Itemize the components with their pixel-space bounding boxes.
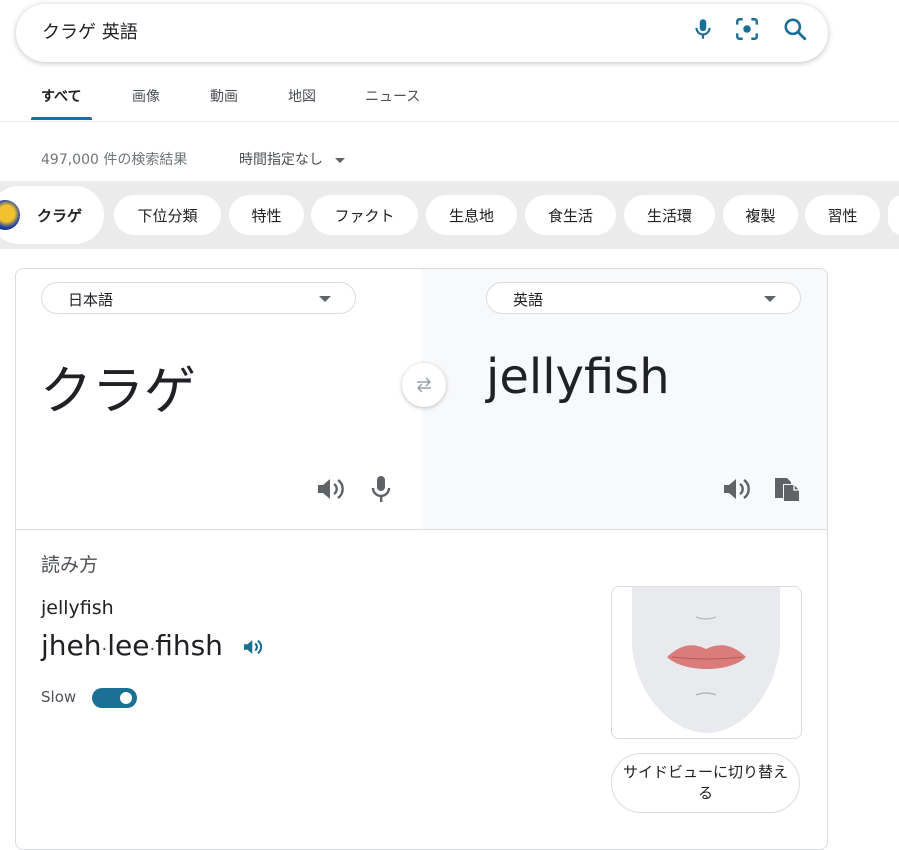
slow-label: Slow [41,688,77,706]
toggle-knob [120,692,132,704]
time-filter-label: 時間指定なし [239,152,323,168]
side-view-button[interactable]: サイドビューに切り替える [611,753,800,813]
chip-subclass[interactable]: 下位分類 [114,195,221,235]
chip-habitat[interactable]: 生息地 [426,195,517,235]
tab-all[interactable]: すべて [41,86,81,106]
swap-icon [416,377,432,393]
caret-down-icon [319,296,331,302]
caret-down-icon [764,296,776,302]
lens-icon[interactable] [734,16,760,42]
microphone-icon[interactable] [690,16,716,42]
tab-maps[interactable]: 地図 [288,86,316,106]
swap-languages-button[interactable] [402,363,446,407]
time-filter-dropdown[interactable]: 時間指定なし [239,149,346,169]
source-language-label: 日本語 [68,291,114,309]
active-tab-indicator [31,117,92,120]
divider [16,529,827,530]
tab-news[interactable]: ニュース [365,86,420,106]
speaker-icon[interactable] [316,476,346,502]
target-language-label: 英語 [513,291,544,309]
mouth-animation [611,586,802,739]
mouth-illustration [632,587,780,733]
jellyfish-thumbnail [0,200,20,230]
chip-habits[interactable]: 習性 [805,195,880,235]
syllable: fihsh [155,629,223,662]
search-input[interactable]: クラゲ 英語 [42,18,138,44]
target-language-select[interactable]: 英語 [486,282,801,314]
translate-card: 日本語 英語 クラゲ jellyfish 読み方 jellyfish jheh· [15,268,828,850]
phonetic-spelling: jheh·lee·fihsh [41,629,264,662]
chip-traits[interactable]: 特性 [229,195,304,235]
search-icon[interactable] [782,16,808,42]
speaker-icon[interactable] [722,476,752,502]
chip-facts[interactable]: ファクト [311,195,418,235]
source-text[interactable]: クラゲ [40,349,196,424]
speaker-icon[interactable] [242,638,264,656]
syllable: lee [107,629,150,662]
slow-toggle[interactable] [92,688,137,708]
result-stats: 497,000 件の検索結果 [41,152,188,168]
translated-text: jellyfish [486,349,670,405]
chip-diet[interactable]: 食生活 [525,195,616,235]
pronunciation-title: 読み方 [41,554,99,576]
chip-main-label: クラゲ [37,206,83,225]
tab-images[interactable]: 画像 [132,86,160,106]
syllable: jheh [41,629,102,662]
pronunciation-word: jellyfish [41,597,114,619]
chip-jellyfish[interactable]: クラゲ [0,186,104,244]
tab-videos[interactable]: 動画 [210,86,238,106]
microphone-icon[interactable] [371,475,391,503]
chip-reproduction[interactable]: 複製 [723,195,798,235]
caret-down-icon [335,157,346,163]
chip-life-cycle[interactable]: 生活環 [624,195,715,235]
divider [0,121,899,122]
source-language-select[interactable]: 日本語 [41,282,356,314]
copy-icon[interactable] [773,476,801,502]
